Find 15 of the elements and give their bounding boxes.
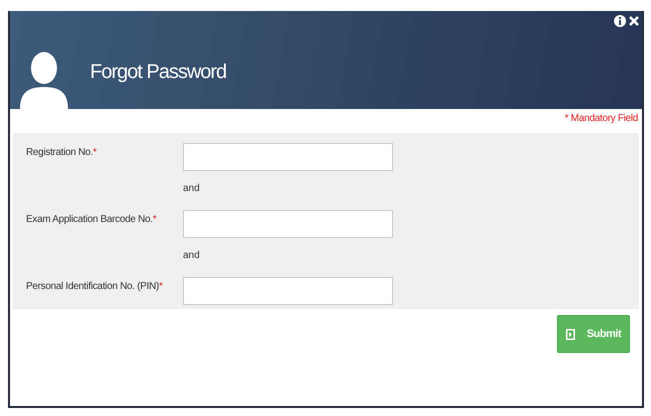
submit-button[interactable]: Submit (556, 315, 630, 353)
mandatory-note: * Mandatory Field (564, 112, 639, 126)
field-label: Exam Application Barcode No.* (26, 213, 158, 225)
input-field[interactable] (183, 277, 393, 305)
close-icon[interactable] (629, 15, 639, 27)
joiner-text: and (183, 250, 200, 261)
info-icon[interactable] (614, 15, 626, 27)
field-label: Registration No.* (26, 146, 98, 158)
input-field[interactable] (183, 210, 393, 238)
play-icon (566, 328, 575, 340)
dialog-title: Forgot Password (90, 60, 226, 84)
joiner-text: and (183, 183, 200, 194)
input-field[interactable] (183, 143, 393, 171)
field-label: Personal Identification No. (PIN)* (26, 280, 164, 292)
user-icon (20, 51, 68, 109)
